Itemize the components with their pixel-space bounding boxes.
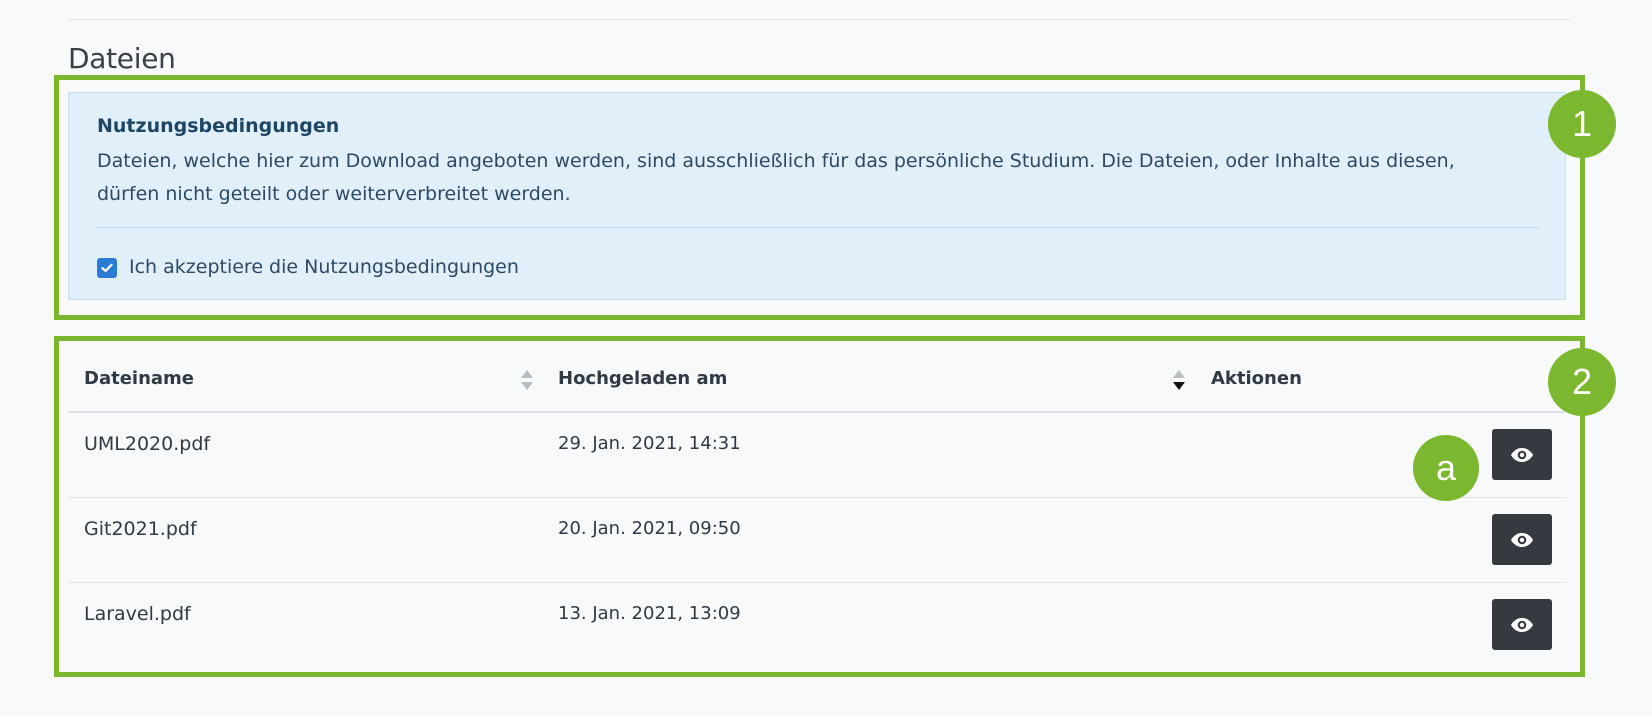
section-title: Dateien [68, 42, 176, 75]
files-page: Dateien Nutzungsbedingungen Dateien, wel… [0, 0, 1652, 716]
callout-badge-a: a [1413, 435, 1479, 501]
callout-frame-terms [54, 75, 1585, 320]
callout-badge-1: 1 [1548, 90, 1616, 158]
top-divider [68, 19, 1570, 20]
callout-frame-table [54, 336, 1585, 677]
callout-badge-2: 2 [1548, 348, 1616, 416]
